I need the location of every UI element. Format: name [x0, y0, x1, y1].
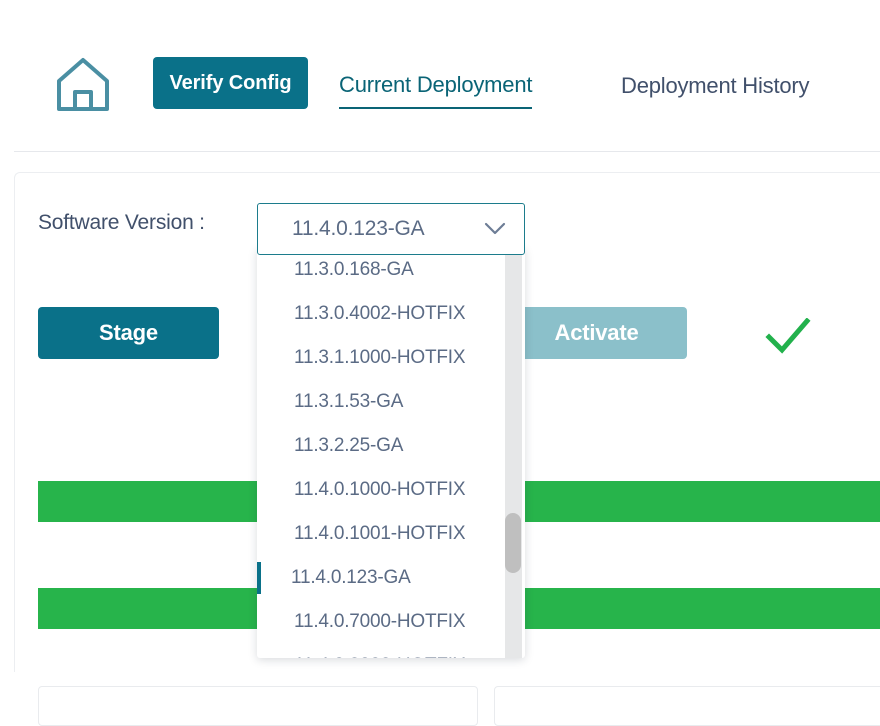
dropdown-option[interactable]: 11.3.1.53-GA [257, 380, 505, 424]
dropdown-option[interactable]: 11.3.1.1000-HOTFIX [257, 336, 505, 380]
software-version-label: Software Version : [38, 211, 205, 234]
tab-current-deployment[interactable]: Current Deployment [339, 72, 532, 109]
bottom-card-right [494, 686, 880, 726]
software-version-selected-value: 11.4.0.123-GA [292, 217, 425, 240]
dropdown-option[interactable]: 11.4.0.8000-HOTFIX [257, 644, 505, 658]
tab-deployment-history[interactable]: Deployment History [621, 73, 810, 99]
dropdown-option[interactable]: 11.4.0.7000-HOTFIX [257, 600, 505, 644]
bottom-card-left [38, 686, 478, 726]
verify-config-button[interactable]: Verify Config [153, 57, 308, 109]
home-icon[interactable] [55, 55, 111, 113]
check-mark-icon [765, 317, 811, 356]
software-version-select[interactable]: 11.4.0.123-GA [257, 203, 525, 255]
dropdown-scrollbar-thumb[interactable] [505, 513, 521, 573]
dropdown-option[interactable]: 11.4.0.1000-HOTFIX [257, 468, 505, 512]
dropdown-scrollbar-track[interactable] [505, 248, 522, 658]
chevron-down-icon[interactable] [484, 222, 506, 236]
app-header: Verify Config Current Deployment Deploym… [0, 0, 880, 152]
dropdown-option[interactable]: 11.4.0.123-GA [257, 556, 505, 600]
dropdown-option[interactable]: 11.3.0.4002-HOTFIX [257, 292, 505, 336]
dropdown-options-container: 11.3.0.168-GA 11.3.0.4002-HOTFIX 11.3.1.10… [257, 248, 525, 658]
activate-button[interactable]: Activate [506, 307, 687, 359]
dropdown-option[interactable]: 11.3.2.25-GA [257, 424, 505, 468]
software-version-dropdown-list[interactable]: 11.3.0.168-GA 11.3.0.4002-HOTFIX 11.3.1.10… [257, 248, 525, 658]
dropdown-option[interactable]: 11.4.0.1001-HOTFIX [257, 512, 505, 556]
header-divider [14, 151, 880, 152]
stage-button[interactable]: Stage [38, 307, 219, 359]
